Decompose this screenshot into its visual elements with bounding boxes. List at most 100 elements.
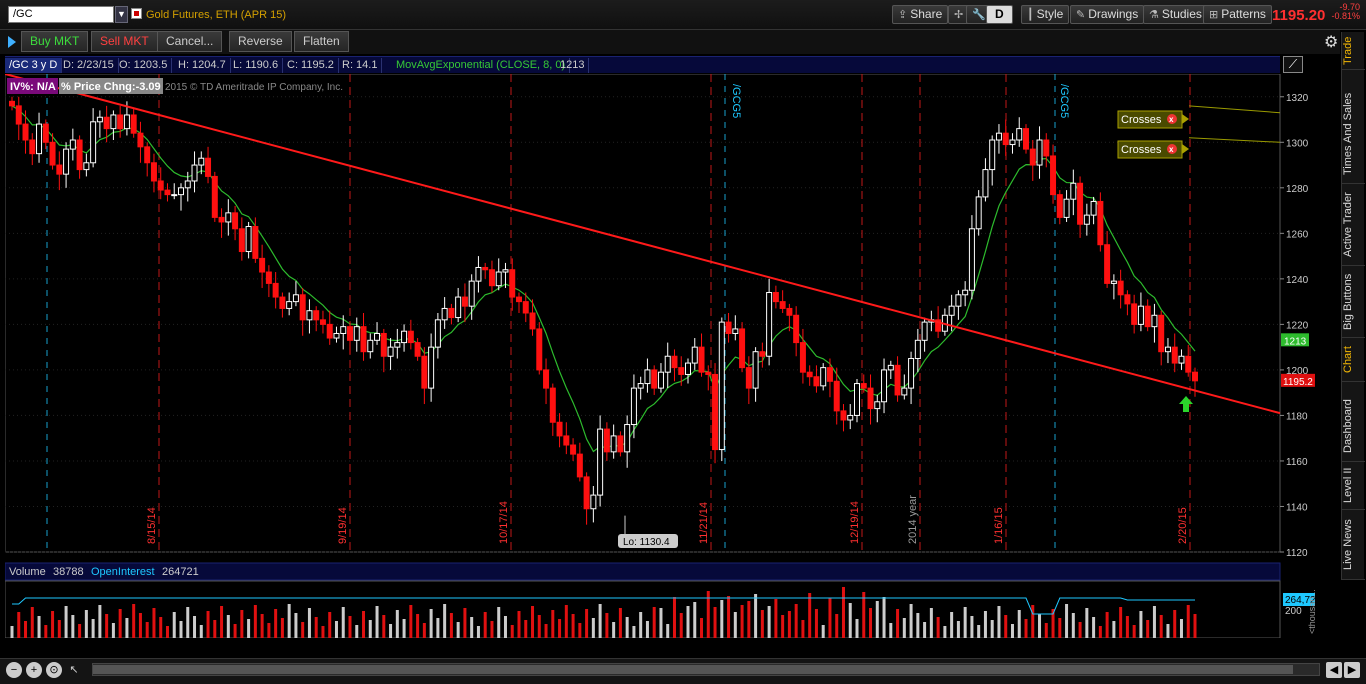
volume-bar <box>193 616 197 638</box>
volume-bar <box>436 618 440 638</box>
tab-times-and-sales[interactable]: Times And Sales <box>1342 84 1365 184</box>
tab-big-buttons[interactable]: Big Buttons <box>1342 266 1365 338</box>
volume-bar <box>1186 605 1190 638</box>
oi-label: OpenInterest <box>91 566 155 578</box>
tab-trade[interactable]: Trade <box>1342 32 1365 70</box>
zoom-in-icon[interactable]: + <box>26 662 42 678</box>
volume-bar <box>213 620 217 638</box>
drawings-button[interactable]: ✎ Drawings <box>1070 5 1145 24</box>
sell-market-button[interactable]: Sell MKT <box>91 31 158 52</box>
reverse-button[interactable]: Reverse <box>229 31 292 52</box>
tab-live-news[interactable]: Live News <box>1342 510 1365 580</box>
right-side-tabs: Trade Times And Sales Active Trader Big … <box>1341 32 1365 580</box>
chart-scrollbar[interactable] <box>92 663 1320 676</box>
alert-crosses-1[interactable]: Crosses x <box>1117 110 1189 129</box>
candle-body <box>225 212 232 223</box>
volume-bar <box>618 608 622 638</box>
volume-bar <box>84 610 88 638</box>
patterns-button[interactable]: ⊞ Patterns <box>1203 5 1272 24</box>
candle-body <box>549 387 556 423</box>
candle-body <box>955 294 962 307</box>
expiry-label: 9/19/14 <box>337 507 349 544</box>
volume-bar <box>389 624 393 638</box>
volume-bar <box>598 604 602 638</box>
tab-dashboard[interactable]: Dashboard <box>1342 392 1365 462</box>
candle-body <box>448 307 455 319</box>
candle-body <box>948 305 955 316</box>
tab-chart[interactable]: Chart <box>1342 338 1365 382</box>
candle-body <box>1029 148 1036 166</box>
volume-bar <box>740 605 744 638</box>
alert-crosses-2[interactable]: Crosses x <box>1117 140 1189 159</box>
symbol-flag-icon[interactable] <box>131 8 142 19</box>
share-button[interactable]: ⇪ Share <box>892 5 949 24</box>
zoom-out-icon[interactable]: − <box>6 662 22 678</box>
expiry-label: 2/20/15 <box>1177 507 1189 544</box>
gear-icon[interactable]: ⚙ <box>1324 32 1338 52</box>
volume-bar <box>531 606 535 638</box>
volume-bar <box>125 618 129 638</box>
year-label: 2014 year <box>907 495 919 544</box>
scroll-left-icon[interactable]: ◀ <box>1326 662 1342 678</box>
volume-bar <box>165 626 169 638</box>
scroll-right-icon[interactable]: ▶ <box>1344 662 1360 678</box>
tab-level-ii[interactable]: Level II <box>1342 462 1365 510</box>
candle-body <box>975 196 982 230</box>
candle-body <box>394 342 401 348</box>
style-label: Style <box>1036 7 1064 21</box>
volume-bar <box>145 622 149 638</box>
volume-bar <box>882 597 886 638</box>
symbol-dropdown-button[interactable]: ▼ <box>115 6 128 23</box>
volume-bar <box>118 609 122 638</box>
flatten-button[interactable]: Flatten <box>294 31 349 52</box>
volume-bar <box>672 597 676 638</box>
candle-body <box>759 351 766 357</box>
volume-bar <box>1092 617 1096 638</box>
pointer-icon[interactable]: ↖ <box>66 662 82 678</box>
ema-study-label[interactable]: MovAvgExponential (CLOSE, 8, 0) <box>392 58 571 73</box>
candle-body <box>157 180 164 191</box>
price-chart[interactable]: 8/15/14 9/19/14 10/17/14 11/21/14 12/19/14 1/… <box>5 74 1315 638</box>
candle-body <box>691 346 698 364</box>
candle-body <box>644 369 651 385</box>
volume-bar <box>639 612 643 638</box>
buy-market-button[interactable]: Buy MKT <box>21 31 89 52</box>
symbol-input[interactable]: /GC <box>8 6 114 23</box>
candle-body <box>630 387 637 426</box>
volume-bar <box>632 626 636 638</box>
candle-body <box>766 292 773 357</box>
chart-mode-icon[interactable]: ⟋ <box>1283 56 1303 73</box>
chart-symbol-period[interactable]: /GC 3 y D <box>5 58 63 73</box>
timeframe-button[interactable]: D <box>986 5 1013 24</box>
copyright-label: 2015 © TD Ameritrade IP Company, Inc. <box>165 82 343 93</box>
volume-bar <box>923 622 927 638</box>
style-button[interactable]: ┃ Style <box>1021 5 1070 24</box>
alert-label-1: Crosses <box>1121 114 1162 126</box>
candle-body <box>117 114 124 130</box>
y-tick-label: 1280 <box>1286 184 1309 195</box>
volume-bar <box>1146 620 1150 638</box>
volume-axis-unit: <thousan... <box>1307 589 1315 634</box>
volume-bar <box>875 601 879 638</box>
volume-bar <box>51 611 55 638</box>
candle-body <box>232 212 239 230</box>
volume-bar <box>105 614 109 638</box>
studies-button[interactable]: ⚗ Studies <box>1143 5 1208 24</box>
volume-bar <box>1119 607 1123 638</box>
candle-body <box>306 310 313 321</box>
candle-body <box>1117 280 1124 296</box>
volume-bar <box>280 618 284 638</box>
volume-bar <box>37 616 41 638</box>
candle-body <box>1036 139 1043 166</box>
scrollbar-thumb[interactable] <box>93 665 1293 674</box>
zoom-fit-icon[interactable]: ⊙ <box>46 662 62 678</box>
volume-bar <box>409 605 413 638</box>
candle-body <box>1002 132 1009 146</box>
collapse-arrow-icon[interactable] <box>8 36 16 48</box>
candle-body <box>238 228 245 253</box>
volume-bar <box>841 587 845 638</box>
tab-active-trader[interactable]: Active Trader <box>1342 184 1365 266</box>
candle-body <box>1144 305 1151 328</box>
cancel-button[interactable]: Cancel... <box>157 31 223 52</box>
bar-close: C: 1195.2 <box>283 58 339 73</box>
